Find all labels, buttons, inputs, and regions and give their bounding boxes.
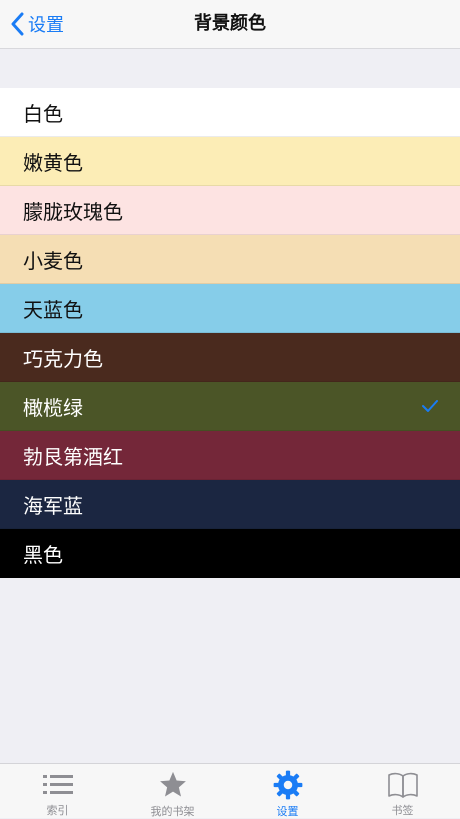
color-option-row[interactable]: 黑色 (0, 529, 460, 578)
tab-item[interactable]: 书签 (345, 764, 460, 818)
tab-item[interactable]: 索引 (0, 764, 115, 818)
back-button-label: 设置 (28, 15, 64, 36)
color-option-row[interactable]: 海军蓝 (0, 480, 460, 529)
color-option-label: 朦胧玫瑰色 (23, 199, 123, 224)
color-option-label: 海军蓝 (23, 493, 83, 518)
color-option-label: 天蓝色 (23, 297, 83, 322)
page-title: 背景颜色 (194, 13, 266, 34)
gear-icon (273, 770, 303, 800)
chevron-left-icon (11, 12, 24, 36)
color-option-row[interactable]: 勃艮第酒红 (0, 431, 460, 480)
tab-item[interactable]: 我的书架 (115, 764, 230, 818)
color-option-label: 勃艮第酒红 (23, 444, 123, 469)
color-option-label: 小麦色 (23, 248, 83, 273)
color-option-label: 白色 (23, 101, 63, 126)
tab-label: 书签 (391, 804, 414, 817)
star-icon (158, 770, 188, 800)
color-option-row[interactable]: 巧克力色 (0, 333, 460, 382)
color-option-label: 橄榄绿 (23, 395, 83, 420)
color-option-row[interactable]: 白色 (0, 88, 460, 137)
color-option-row[interactable]: 橄榄绿 (0, 382, 460, 431)
color-option-row[interactable]: 小麦色 (0, 235, 460, 284)
navigation-bar: 设置 背景颜色 (0, 0, 460, 49)
color-option-label: 黑色 (23, 542, 63, 567)
tab-label: 设置 (276, 805, 299, 818)
color-option-row[interactable]: 天蓝色 (0, 284, 460, 333)
background-color-list: 白色嫩黄色朦胧玫瑰色小麦色天蓝色巧克力色橄榄绿勃艮第酒红海军蓝黑色 (0, 88, 460, 578)
tab-label: 我的书架 (150, 805, 195, 818)
color-option-label: 巧克力色 (23, 346, 103, 371)
color-option-label: 嫩黄色 (23, 150, 83, 175)
tab-bar: 索引 我的书架 设置 书签 (0, 763, 460, 818)
color-option-row[interactable]: 朦胧玫瑰色 (0, 186, 460, 235)
tab-item[interactable]: 设置 (230, 764, 345, 818)
checkmark-icon (422, 382, 438, 430)
back-button[interactable]: 设置 (10, 0, 64, 48)
tab-label: 索引 (46, 804, 69, 817)
list-icon (42, 770, 74, 799)
book-icon (387, 770, 419, 799)
color-option-row[interactable]: 嫩黄色 (0, 137, 460, 186)
